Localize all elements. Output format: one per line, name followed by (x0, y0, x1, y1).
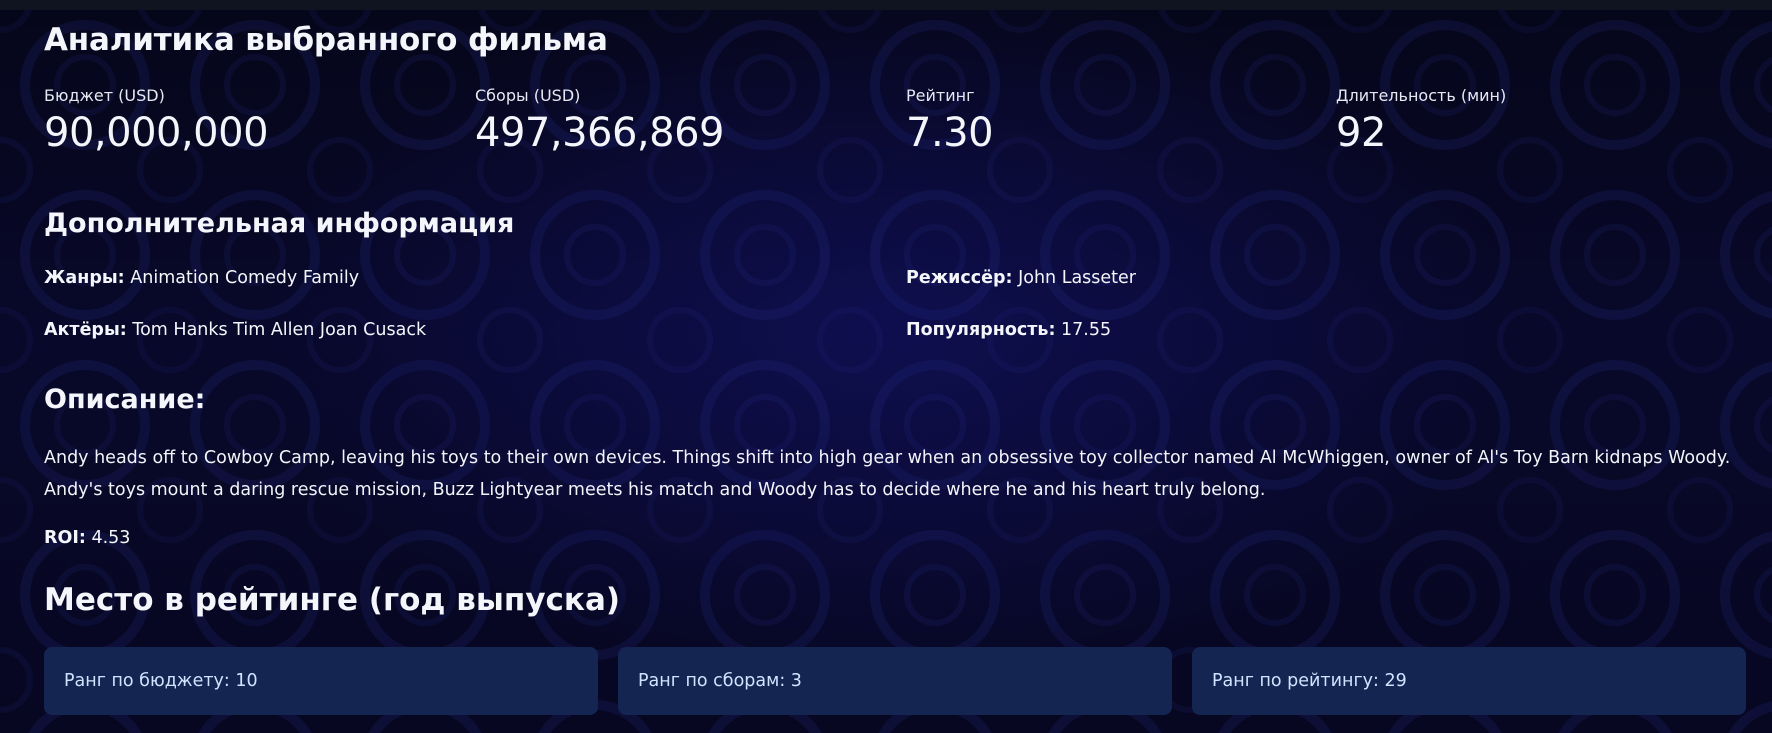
director-value: John Lasseter (1018, 268, 1137, 288)
metric-value: 90,000,000 (44, 110, 269, 156)
actors-label: Актёры: (44, 320, 127, 340)
metric-revenue: Сборы (USD) 497,366,869 (475, 86, 875, 156)
genres-value: Animation Comedy Family (130, 268, 360, 288)
actors-value: Tom Hanks Tim Allen Joan Cusack (132, 320, 427, 340)
details-heading: Дополнительная информация (44, 208, 515, 239)
metrics-row: Бюджет (USD) 90,000,000 Сборы (USD) 497,… (44, 86, 1748, 166)
director-label: Режиссёр: (906, 268, 1013, 288)
director-row: Режиссёр: John Lasseter (906, 268, 1136, 288)
rank-card-budget: Ранг по бюджету: 10 (44, 647, 598, 715)
genres-row: Жанры: Animation Comedy Family (44, 268, 359, 288)
rank-card-revenue: Ранг по сборам: 3 (618, 647, 1172, 715)
metric-value: 497,366,869 (475, 110, 724, 156)
metric-value: 7.30 (906, 110, 994, 156)
roi-row: ROI: 4.53 (44, 528, 130, 548)
page-title: Аналитика выбранного фильма (44, 22, 608, 58)
top-bar (0, 0, 1772, 10)
popularity-row: Популярность: 17.55 (906, 320, 1111, 340)
roi-value: 4.53 (91, 528, 131, 548)
metric-label: Длительность (мин) (1336, 86, 1507, 105)
metric-budget: Бюджет (USD) 90,000,000 (44, 86, 444, 156)
metric-rating: Рейтинг 7.30 (906, 86, 1306, 156)
metric-label: Бюджет (USD) (44, 86, 165, 105)
description-heading: Описание: (44, 384, 206, 415)
metric-value: 92 (1336, 110, 1386, 156)
ranking-heading: Место в рейтинге (год выпуска) (44, 582, 621, 618)
genres-label: Жанры: (44, 268, 125, 288)
metric-label: Сборы (USD) (475, 86, 581, 105)
popularity-label: Популярность: (906, 320, 1056, 340)
metric-runtime: Длительность (мин) 92 (1336, 86, 1736, 156)
rank-card-rating: Ранг по рейтингу: 29 (1192, 647, 1746, 715)
description-text: Andy heads off to Cowboy Camp, leaving h… (44, 448, 1731, 500)
metric-label: Рейтинг (906, 86, 975, 105)
actors-row: Актёры: Tom Hanks Tim Allen Joan Cusack (44, 320, 426, 340)
popularity-value: 17.55 (1061, 320, 1112, 340)
roi-label: ROI: (44, 528, 86, 548)
